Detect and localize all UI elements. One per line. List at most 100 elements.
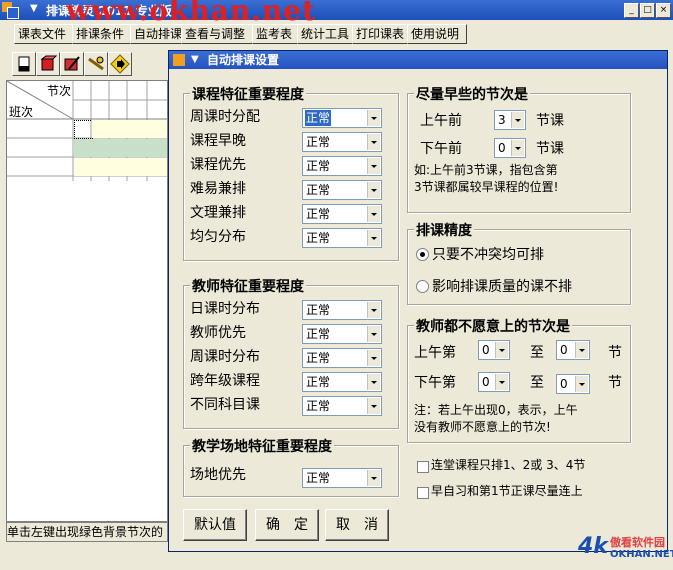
chevron-down-icon[interactable] [367, 326, 380, 342]
venue-priority-value: 正常 [306, 471, 331, 485]
teacher-weekly-combo[interactable]: 正常 [302, 348, 382, 368]
precision-radio-quality[interactable] [416, 280, 429, 293]
chevron-down-icon[interactable] [575, 376, 588, 392]
teacher-daily-combo[interactable]: 正常 [302, 300, 382, 320]
grid-row-light-2 [74, 158, 167, 176]
course-arts-science-value: 正常 [306, 207, 331, 221]
grid-focus-cell[interactable] [74, 120, 93, 139]
dropdown-icon[interactable]: ▼ [30, 3, 38, 14]
teacher-feature-group: 教师特征重要程度 日课时分布 正常 教师优先 正常 周课时分布 正常 跨年级课程… [183, 276, 399, 429]
menu-conditions[interactable]: 排课条件 [72, 24, 136, 44]
precision-option2[interactable]: 影响排课质量的课不排 [432, 276, 572, 296]
minimize-button[interactable]: _ [624, 3, 639, 18]
chevron-down-icon[interactable] [367, 158, 380, 174]
morning-link-label[interactable]: 早自习和第1节正课尽量连上 [431, 483, 583, 500]
toolbar-tool-button[interactable] [60, 52, 84, 76]
unwanted-am-to-combo[interactable]: 0 [556, 340, 590, 360]
dialog-title: 自动排课设置 [207, 53, 280, 67]
early-pm-unit: 节课 [536, 141, 564, 157]
course-difficulty-combo[interactable]: 正常 [302, 180, 382, 200]
menu-help[interactable]: 使用说明 [407, 24, 467, 44]
venue-priority-combo[interactable]: 正常 [302, 468, 382, 488]
teacher-weekly-value: 正常 [306, 351, 331, 365]
dialog-menu-icon[interactable]: ▼ [191, 51, 199, 69]
menu-view-adjust[interactable]: 查看与调整 [181, 24, 257, 44]
grid-header-period: 节次 [47, 84, 72, 98]
close-button[interactable]: × [656, 3, 671, 18]
course-label-arts-science: 文理兼排 [190, 205, 246, 221]
early-pm-label: 下午前 [420, 141, 462, 157]
course-early-late-combo[interactable]: 正常 [302, 132, 382, 152]
chevron-down-icon[interactable] [367, 470, 380, 486]
unwanted-pm-to-value: 0 [560, 377, 568, 391]
chevron-down-icon[interactable] [495, 342, 508, 358]
toolbar-settings-button[interactable] [84, 52, 108, 76]
chevron-down-icon[interactable] [367, 206, 380, 222]
schedule-grid[interactable]: 节次 班次 [6, 80, 168, 522]
unwanted-pm-to-combo[interactable]: 0 [556, 374, 590, 394]
teacher-group-title: 教师特征重要程度 [190, 276, 306, 296]
menu-exam-table[interactable]: 监考表 [252, 24, 302, 44]
course-arts-science-combo[interactable]: 正常 [302, 204, 382, 224]
early-am-value: 3 [498, 113, 506, 127]
morning-link-checkbox[interactable] [417, 487, 429, 499]
precision-option1[interactable]: 只要不冲突均可排 [432, 244, 544, 264]
maximize-button[interactable]: □ [640, 3, 655, 18]
chevron-down-icon[interactable] [367, 374, 380, 390]
chevron-down-icon[interactable] [367, 350, 380, 366]
chevron-down-icon[interactable] [495, 374, 508, 390]
ok-button[interactable]: 确 定 [255, 509, 319, 541]
early-am-combo[interactable]: 3 [494, 110, 526, 130]
unwanted-note-line2: 没有教师不愿意上的节次! [414, 420, 551, 434]
teacher-priority-combo[interactable]: 正常 [302, 324, 382, 344]
menu-course-file[interactable]: 课表文件 [14, 24, 78, 44]
menu-stats[interactable]: 统计工具 [297, 24, 357, 44]
menu-print[interactable]: 打印课表 [352, 24, 412, 44]
default-button[interactable]: 默认值 [183, 509, 247, 541]
chevron-down-icon[interactable] [511, 140, 524, 156]
early-group-title: 尽量早些的节次是 [414, 84, 530, 104]
chevron-down-icon[interactable] [367, 110, 380, 126]
toolbar-open-button[interactable] [12, 52, 36, 76]
course-label-even-distribution: 均匀分布 [190, 229, 246, 245]
chevron-down-icon[interactable] [367, 398, 380, 414]
course-even-distribution-combo[interactable]: 正常 [302, 228, 382, 248]
consecutive-checkbox[interactable] [417, 461, 429, 473]
pencil-icon [64, 56, 80, 71]
early-am-unit: 节课 [536, 113, 564, 129]
grid-row-green [74, 139, 167, 157]
chevron-down-icon[interactable] [367, 230, 380, 246]
early-pm-combo[interactable]: 0 [494, 138, 526, 158]
chevron-down-icon[interactable] [367, 182, 380, 198]
dialog-icon [173, 54, 185, 66]
main-title-bar: ▼ 排课精灵 2011 专业版 www.okhan.net _ □ × [0, 0, 673, 27]
teacher-cross-grade-combo[interactable]: 正常 [302, 372, 382, 392]
course-label-early-late: 课程早晚 [190, 133, 246, 149]
unwanted-am-from-combo[interactable]: 0 [478, 340, 510, 360]
teacher-diff-subject-combo[interactable]: 正常 [302, 396, 382, 416]
chevron-down-icon[interactable] [367, 302, 380, 318]
chevron-down-icon[interactable] [367, 134, 380, 150]
chevron-down-icon[interactable] [575, 342, 588, 358]
unwanted-pm-to-label: 至 [530, 375, 544, 391]
course-early-late-value: 正常 [306, 135, 331, 149]
course-weekly-combo[interactable]: 正常 [302, 108, 382, 128]
course-group-title: 课程特征重要程度 [190, 84, 306, 104]
status-bar: 单击左键出现绿色背景节次的 [6, 522, 168, 542]
teacher-label-daily: 日课时分布 [190, 301, 260, 317]
toolbar-next-button[interactable] [108, 52, 132, 76]
unwanted-pm-from-combo[interactable]: 0 [478, 372, 510, 392]
chevron-down-icon[interactable] [511, 112, 524, 128]
toolbar-save-button[interactable] [36, 52, 60, 76]
cancel-button[interactable]: 取 消 [325, 509, 389, 541]
unwanted-am-to-label: 至 [530, 345, 544, 361]
teacher-label-cross-grade: 跨年级课程 [190, 373, 260, 389]
course-priority-combo[interactable]: 正常 [302, 156, 382, 176]
consecutive-label[interactable]: 连堂课程只排1、2或 3、4节 [431, 457, 585, 474]
course-even-distribution-value: 正常 [306, 231, 331, 245]
menu-auto-schedule[interactable]: 自动排课 [130, 24, 186, 44]
early-note-line1: 如:上午前3节课，指包含第 [414, 163, 558, 177]
precision-radio-no-conflict[interactable] [416, 248, 429, 261]
teacher-diff-subject-value: 正常 [306, 399, 331, 413]
course-weekly-value: 正常 [305, 110, 332, 126]
